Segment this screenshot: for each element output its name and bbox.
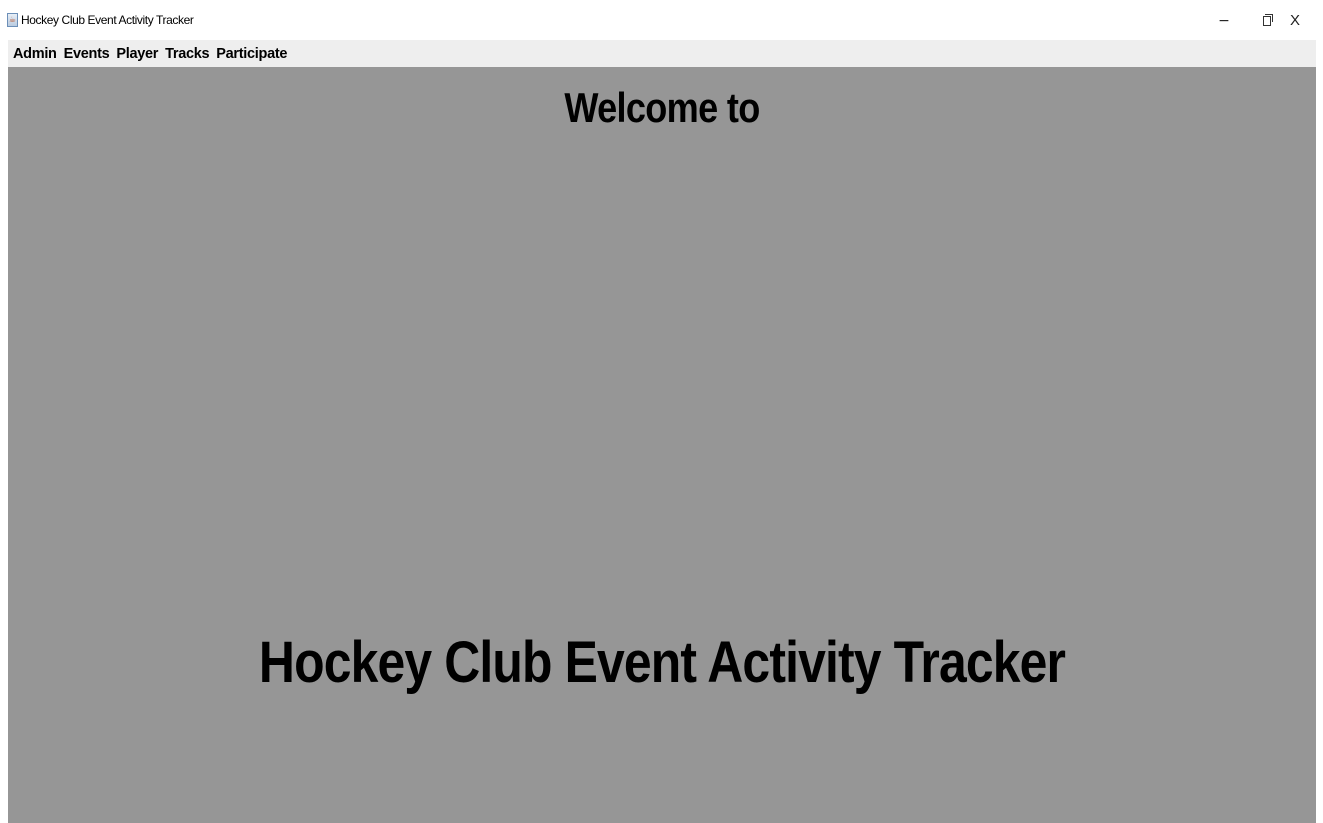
- menu-tracks[interactable]: Tracks: [165, 46, 209, 62]
- java-cup-icon: ☕: [7, 13, 18, 27]
- menu-participate[interactable]: Participate: [216, 46, 287, 62]
- welcome-heading: Welcome to: [564, 84, 760, 131]
- minimize-button[interactable]: −: [1209, 8, 1239, 34]
- app-window: ☕ Hockey Club Event Activity Tracker − X…: [0, 0, 1323, 823]
- close-button[interactable]: X: [1280, 8, 1310, 34]
- close-icon: X: [1289, 12, 1300, 29]
- welcome-panel: Welcome to Hockey Club Event Activity Tr…: [8, 67, 1316, 823]
- menu-bar: Admin Events Player Tracks Participate: [8, 40, 1316, 67]
- minimize-icon: −: [1218, 13, 1230, 29]
- maximize-button[interactable]: [1252, 8, 1282, 34]
- title-bar[interactable]: ☕ Hockey Club Event Activity Tracker − X: [0, 0, 1323, 40]
- app-name-heading: Hockey Club Event Activity Tracker: [258, 630, 1066, 695]
- window-title: Hockey Club Event Activity Tracker: [21, 13, 194, 27]
- menu-player[interactable]: Player: [116, 46, 158, 62]
- restore-icon: [1263, 14, 1273, 26]
- menu-events[interactable]: Events: [64, 46, 110, 62]
- menu-admin[interactable]: Admin: [13, 46, 57, 62]
